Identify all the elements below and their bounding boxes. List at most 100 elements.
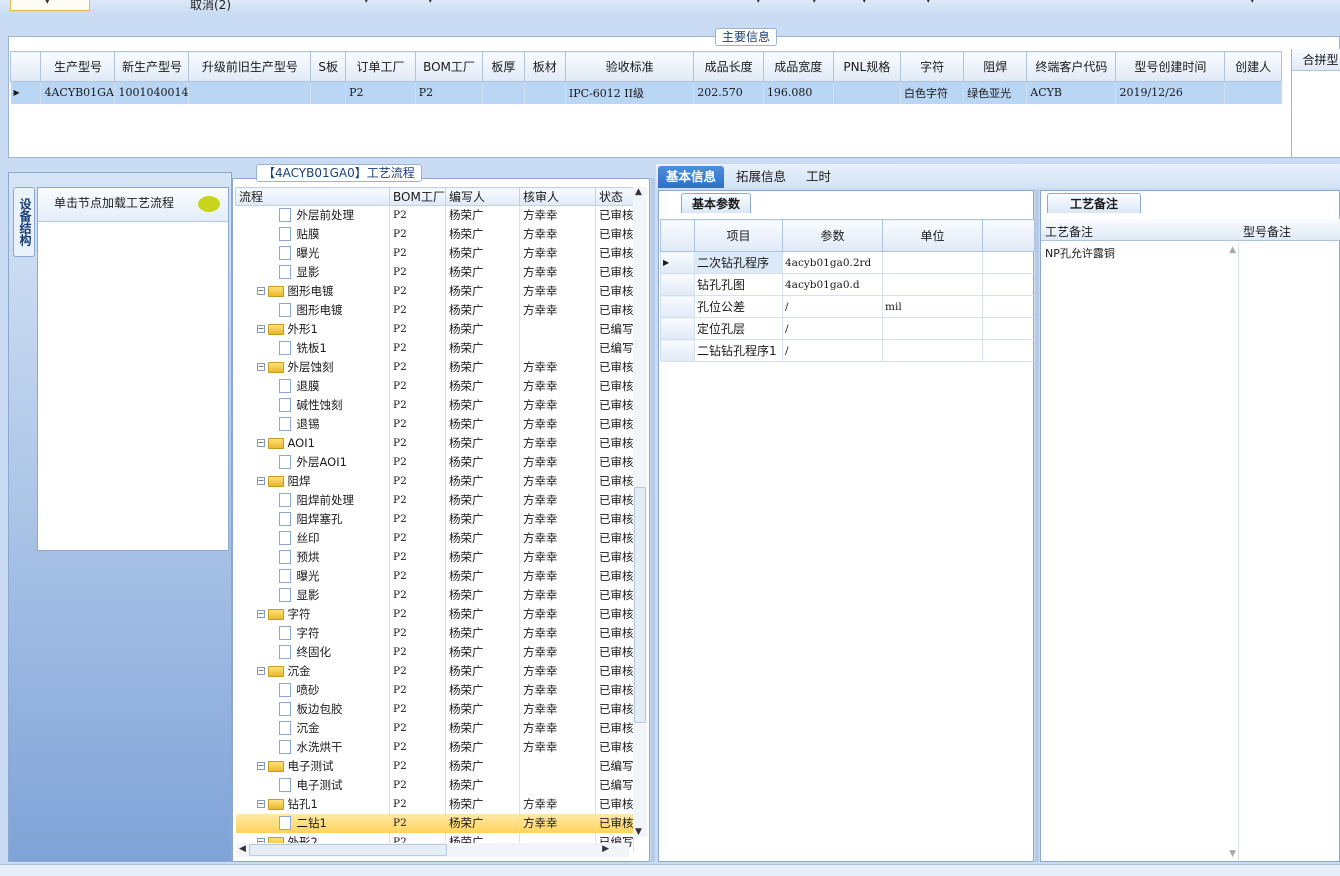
column-header[interactable]: BOM工厂	[414, 51, 484, 82]
collapse-icon[interactable]: −	[256, 287, 265, 295]
collapse-icon[interactable]: −	[256, 610, 265, 618]
table-row[interactable]: 定位孔层 /	[660, 317, 1035, 340]
scroll-left-icon[interactable]: ◀	[239, 844, 246, 854]
column-header[interactable]: 项目	[694, 219, 783, 252]
tree-row[interactable]: 图形电镀 P2 杨荣广 方幸幸 已审核	[235, 300, 634, 320]
tree-row[interactable]: 退锡 P2 杨荣广 方幸幸 已审核	[235, 414, 634, 434]
tree-row[interactable]: − 钻孔1 P2 杨荣广 方幸幸 已审核	[235, 794, 634, 814]
table-row[interactable]: 钻孔孔图 4acyb01ga0.d	[660, 273, 1035, 296]
tree-node[interactable]: 外层前处理	[239, 207, 389, 223]
column-header[interactable]: 成品宽度	[762, 51, 834, 82]
tree-node[interactable]: 曝光	[239, 568, 389, 584]
param-value[interactable]: /	[782, 295, 883, 318]
table-cell[interactable]: 白色字符	[900, 81, 965, 104]
table-row[interactable]: 孔位公差 / mil	[660, 295, 1035, 318]
param-unit[interactable]	[882, 339, 983, 362]
tree-node[interactable]: 显影	[239, 587, 389, 603]
scroll-down-icon[interactable]: ▼	[1229, 849, 1236, 859]
param-item[interactable]: 二钻钻孔程序1	[694, 339, 783, 362]
tree-node[interactable]: 电子测试	[239, 777, 389, 793]
column-header[interactable]: PNL规格	[832, 51, 902, 82]
equipment-structure-tab[interactable]: 设备结构	[13, 187, 35, 257]
tree-node[interactable]: 水洗烘干	[239, 739, 389, 755]
load-flow-hint[interactable]: 单击节点加载工艺流程	[38, 188, 228, 222]
chevron-down-icon[interactable]: ▾	[1250, 0, 1255, 6]
table-cell[interactable]: P2	[415, 81, 484, 104]
column-header[interactable]: 流程	[235, 187, 390, 206]
param-value[interactable]: /	[782, 339, 883, 362]
process-notes-tab[interactable]: 工艺备注	[1047, 193, 1141, 213]
tree-node[interactable]: 终固化	[239, 644, 389, 660]
tree-row[interactable]: 二钻1 P2 杨荣广 方幸幸 已审核	[235, 813, 634, 833]
chevron-down-icon[interactable]: ▾	[926, 0, 931, 6]
tree-row[interactable]: 喷砂 P2 杨荣广 方幸幸 已审核	[235, 680, 634, 700]
table-cell[interactable]	[833, 81, 902, 104]
collapse-icon[interactable]: −	[256, 800, 265, 808]
table-cell[interactable]: 10010400146102	[114, 81, 190, 104]
tree-row[interactable]: − 阻焊 P2 杨荣广 方幸幸 已审核	[235, 471, 634, 491]
param-item[interactable]: 二次钻孔程序	[694, 251, 783, 274]
column-header[interactable]: 成品长度	[693, 51, 764, 82]
column-header[interactable]: 验收标准	[564, 51, 695, 82]
tree-row[interactable]: 字符 P2 杨荣广 方幸幸 已审核	[235, 623, 634, 643]
tree-row[interactable]: 曝光 P2 杨荣广 方幸幸 已审核	[235, 566, 634, 586]
tree-node[interactable]: 退膜	[239, 378, 389, 394]
tree-node[interactable]: − 阻焊	[239, 473, 389, 489]
scroll-thumb[interactable]	[634, 487, 646, 723]
splitter[interactable]	[1035, 190, 1039, 862]
tree-node[interactable]: − 钻孔1	[239, 796, 389, 812]
table-row[interactable]: 二钻钻孔程序1/	[660, 339, 1035, 362]
tree-row[interactable]: 阻焊前处理 P2 杨荣广 方幸幸 已审核	[235, 490, 634, 510]
table-cell[interactable]: IPC-6012 II级	[565, 81, 695, 104]
scroll-right-icon[interactable]: ▶	[602, 844, 609, 854]
param-value[interactable]: 4acyb01ga0.2rd	[782, 251, 883, 274]
toolbar-combo[interactable]: ▾	[10, 0, 90, 11]
table-cell[interactable]: P2	[345, 81, 416, 104]
tree-row[interactable]: 终固化 P2 杨荣广 方幸幸 已审核	[235, 642, 634, 662]
horizontal-scrollbar[interactable]: ◀ ▶	[237, 843, 629, 857]
scroll-down-icon[interactable]: ▼	[635, 827, 642, 837]
collapse-icon[interactable]: −	[256, 439, 265, 447]
table-cell[interactable]	[310, 81, 347, 104]
table-cell[interactable]	[1224, 81, 1282, 104]
param-unit[interactable]	[882, 317, 983, 340]
tree-node[interactable]: 铣板1	[239, 340, 389, 356]
chevron-down-icon[interactable]: ▾	[364, 0, 369, 6]
tree-row[interactable]: 沉金 P2 杨荣广 方幸幸 已审核	[235, 718, 634, 738]
tree-row[interactable]: − 沉金 P2 杨荣广 方幸幸 已审核	[235, 661, 634, 681]
tree-row[interactable]: 板边包胶 P2 杨荣广 方幸幸 已审核	[235, 699, 634, 719]
tree-node[interactable]: 贴膜	[239, 226, 389, 242]
tree-node[interactable]: − 图形电镀	[239, 283, 389, 299]
tree-node[interactable]: 板边包胶	[239, 701, 389, 717]
table-cell[interactable]: ACYB	[1026, 81, 1117, 104]
tree-node[interactable]: 预烘	[239, 549, 389, 565]
table-cell[interactable]: 绿色亚光	[963, 81, 1028, 104]
table-cell[interactable]	[188, 81, 312, 104]
column-header[interactable]: 核审人	[519, 187, 596, 206]
column-header[interactable]: 板厚	[482, 51, 525, 82]
collapse-icon[interactable]: −	[256, 762, 265, 770]
tree-row[interactable]: − AOI1 P2 杨荣广 方幸幸 已审核	[235, 433, 634, 453]
tree-row[interactable]: − 图形电镀 P2 杨荣广 方幸幸 已审核	[235, 281, 634, 301]
column-header[interactable]: 新生产型号	[114, 51, 190, 82]
param-item[interactable]: 钻孔孔图	[694, 273, 783, 296]
chevron-down-icon[interactable]: ▾	[862, 0, 867, 6]
tree-row[interactable]: 水洗烘干 P2 杨荣广 方幸幸 已审核	[235, 737, 634, 757]
tab-extended-info[interactable]: 拓展信息	[728, 166, 794, 188]
table-cell[interactable]	[482, 81, 525, 104]
tab-work-hours[interactable]: 工时	[798, 166, 839, 188]
tree-row[interactable]: 显影 P2 杨荣广 方幸幸 已审核	[235, 585, 634, 605]
process-notes-field[interactable]: NP孔允许露铜 ▲ ▼	[1041, 243, 1239, 861]
param-item[interactable]: 孔位公差	[694, 295, 783, 318]
tree-row[interactable]: 显影 P2 杨荣广 方幸幸 已审核	[235, 262, 634, 282]
tree-node[interactable]: 阻焊塞孔	[239, 511, 389, 527]
table-cell[interactable]: 196.080	[763, 81, 834, 104]
tree-node[interactable]: 图形电镀	[239, 302, 389, 318]
tree-row[interactable]: 外层前处理 P2 杨荣广 方幸幸 已审核	[235, 205, 634, 225]
tree-row[interactable]: 退膜 P2 杨荣广 方幸幸 已审核	[235, 376, 634, 396]
tree-node[interactable]: 喷砂	[239, 682, 389, 698]
param-unit[interactable]	[882, 273, 983, 296]
column-header[interactable]: 终端客户代码	[1026, 51, 1117, 82]
tree-row[interactable]: 电子测试 P2 杨荣广 已编写	[235, 775, 634, 795]
tab-basic-info[interactable]: 基本信息	[658, 166, 725, 188]
